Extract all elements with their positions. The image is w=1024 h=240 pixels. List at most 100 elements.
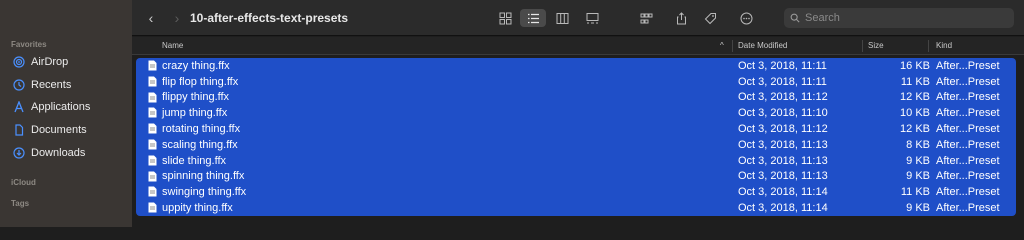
file-date: Oct 3, 2018, 11:13 <box>738 138 828 151</box>
file-kind: After...Preset <box>936 154 1000 167</box>
file-date: Oct 3, 2018, 11:11 <box>738 59 827 72</box>
file-date: Oct 3, 2018, 11:12 <box>738 91 828 104</box>
column-header: Name ^ Date Modified Size Kind <box>132 37 1024 55</box>
file-row[interactable]: jump thing.ffx Oct 3, 2018, 11:10 10 KB … <box>136 105 1016 121</box>
file-kind: After...Preset <box>936 123 1000 136</box>
file-kind: After...Preset <box>936 75 1000 88</box>
column-name-header[interactable]: Name <box>162 41 183 50</box>
search-input[interactable] <box>805 12 1005 24</box>
file-icon <box>148 202 157 213</box>
file-row[interactable]: spinning thing.ffx Oct 3, 2018, 11:13 9 … <box>136 169 1016 185</box>
column-view-button[interactable] <box>551 9 573 27</box>
file-size: 8 KB <box>906 138 930 151</box>
file-date: Oct 3, 2018, 11:14 <box>738 202 828 215</box>
column-size-header[interactable]: Size <box>868 41 884 50</box>
file-kind: After...Preset <box>936 202 1000 215</box>
sidebar-item-recents[interactable]: Recents <box>13 77 71 93</box>
file-icon <box>148 76 157 87</box>
file-row[interactable]: uppity thing.ffx Oct 3, 2018, 11:14 9 KB… <box>136 200 1016 216</box>
file-name: uppity thing.ffx <box>162 202 233 215</box>
toolbar: ‹ › 10-after-effects-text-presets <box>132 0 1024 36</box>
window-title: 10-after-effects-text-presets <box>190 11 349 25</box>
sidebar-item-documents[interactable]: Documents <box>13 122 87 138</box>
forward-button[interactable]: › <box>170 10 184 26</box>
tags-button[interactable] <box>700 9 720 27</box>
file-name: flip flop thing.ffx <box>162 75 239 88</box>
sidebar-section-tags: Tags <box>11 199 30 208</box>
sidebar-item-label: Downloads <box>31 147 86 159</box>
file-size: 9 KB <box>906 154 930 167</box>
column-divider[interactable] <box>732 40 733 52</box>
search-field[interactable] <box>784 8 1014 28</box>
share-icon <box>676 11 686 24</box>
column-kind-header[interactable]: Kind <box>936 41 952 50</box>
file-size: 10 KB <box>900 107 930 120</box>
group-button[interactable] <box>632 9 660 27</box>
file-row[interactable]: flip flop thing.ffx Oct 3, 2018, 11:11 1… <box>136 74 1016 90</box>
file-row[interactable]: flippy thing.ffx Oct 3, 2018, 11:12 12 K… <box>136 90 1016 106</box>
file-date: Oct 3, 2018, 11:11 <box>738 75 827 88</box>
list-view-button[interactable] <box>520 9 546 27</box>
list-icon <box>527 13 539 23</box>
sidebar: Favorites AirDrop Recents Applications D… <box>0 0 132 227</box>
file-date: Oct 3, 2018, 11:10 <box>738 107 828 120</box>
sidebar-item-downloads[interactable]: Downloads <box>13 145 85 161</box>
sidebar-item-label: Applications <box>31 101 91 113</box>
sort-indicator-icon: ^ <box>720 41 724 50</box>
file-date: Oct 3, 2018, 11:14 <box>738 186 828 199</box>
download-icon <box>13 147 25 159</box>
file-kind: After...Preset <box>936 170 1000 183</box>
columns-icon <box>556 12 568 24</box>
column-divider[interactable] <box>928 40 929 52</box>
file-icon <box>148 171 157 182</box>
file-size: 9 KB <box>906 202 930 215</box>
file-name: scaling thing.ffx <box>162 138 238 151</box>
gallery-icon <box>586 12 598 23</box>
file-kind: After...Preset <box>936 59 1000 72</box>
file-icon <box>148 60 157 71</box>
back-button[interactable]: ‹ <box>144 10 158 26</box>
file-kind: After...Preset <box>936 138 1000 151</box>
column-date-header[interactable]: Date Modified <box>738 41 787 50</box>
file-size: 11 KB <box>900 186 930 199</box>
file-name: swinging thing.ffx <box>162 186 247 199</box>
file-name: spinning thing.ffx <box>162 170 245 183</box>
grid-icon <box>499 12 511 24</box>
clock-icon <box>13 79 25 91</box>
file-date: Oct 3, 2018, 11:13 <box>738 170 828 183</box>
gallery-view-button[interactable] <box>581 9 603 27</box>
file-list: crazy thing.ffx Oct 3, 2018, 11:11 16 KB… <box>136 58 1016 216</box>
applications-icon <box>13 101 25 113</box>
file-name: jump thing.ffx <box>162 107 228 120</box>
file-size: 16 KB <box>900 59 930 72</box>
file-size: 12 KB <box>900 91 930 104</box>
file-name: rotating thing.ffx <box>162 123 241 136</box>
file-row[interactable]: crazy thing.ffx Oct 3, 2018, 11:11 16 KB… <box>136 58 1016 74</box>
file-name: crazy thing.ffx <box>162 59 230 72</box>
share-button[interactable] <box>672 9 690 27</box>
sidebar-item-label: AirDrop <box>31 56 69 68</box>
sidebar-item-airdrop[interactable]: AirDrop <box>13 54 68 70</box>
icon-view-button[interactable] <box>495 9 515 27</box>
file-kind: After...Preset <box>936 186 1000 199</box>
airdrop-icon <box>13 56 25 68</box>
action-menu-button[interactable] <box>732 9 760 27</box>
sidebar-section-favorites: Favorites <box>11 40 47 49</box>
file-size: 12 KB <box>900 123 930 136</box>
file-row[interactable]: rotating thing.ffx Oct 3, 2018, 11:12 12… <box>136 121 1016 137</box>
file-icon <box>148 186 157 197</box>
file-row[interactable]: swinging thing.ffx Oct 3, 2018, 11:14 11… <box>136 184 1016 200</box>
sidebar-item-label: Documents <box>31 124 87 136</box>
file-icon <box>148 123 157 134</box>
file-icon <box>148 139 157 150</box>
file-kind: After...Preset <box>936 91 1000 104</box>
sidebar-item-applications[interactable]: Applications <box>13 99 90 115</box>
file-name: flippy thing.ffx <box>162 91 230 104</box>
file-kind: After...Preset <box>936 107 1000 120</box>
column-divider[interactable] <box>862 40 863 52</box>
file-name: slide thing.ffx <box>162 154 227 167</box>
search-icon <box>790 13 800 23</box>
file-row[interactable]: slide thing.ffx Oct 3, 2018, 11:13 9 KB … <box>136 153 1016 169</box>
file-row[interactable]: scaling thing.ffx Oct 3, 2018, 11:13 8 K… <box>136 137 1016 153</box>
file-date: Oct 3, 2018, 11:13 <box>738 154 828 167</box>
